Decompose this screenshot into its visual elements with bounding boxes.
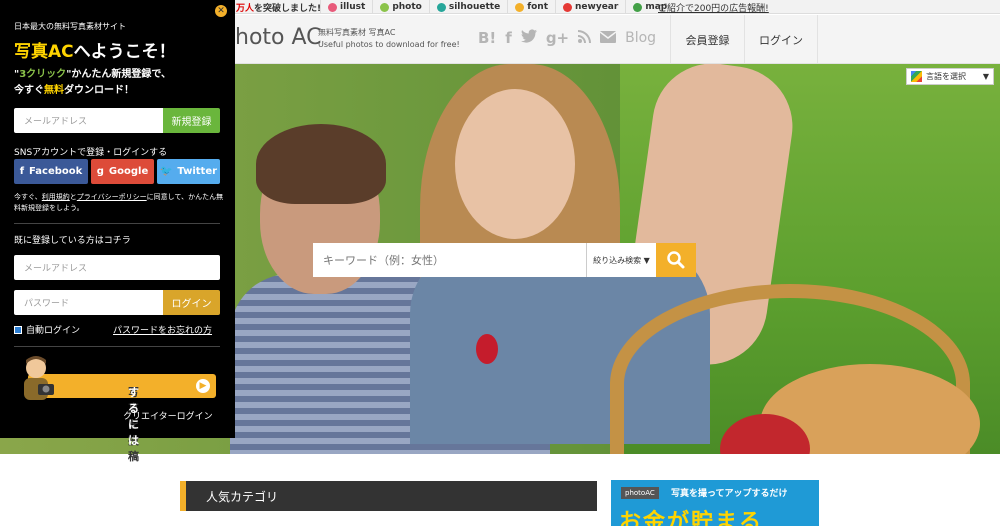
sns-buttons: f Facebook g Google 🐦 Twitter (14, 159, 220, 184)
creator-login-link[interactable]: クリエイターログイン (123, 409, 213, 422)
hatena-icon[interactable]: B! (478, 29, 496, 47)
newyear-icon (563, 2, 573, 12)
sister-sites: illust photo silhouette font newyear map (320, 0, 674, 14)
search-input[interactable] (313, 243, 586, 277)
facebook-icon[interactable]: f (505, 29, 512, 47)
google-plus-icon[interactable]: g+ (546, 29, 569, 47)
post-photo-button[interactable]: 写真を投稿 するには ▶ (18, 354, 216, 463)
earn-money-banner[interactable]: photoAC 写真を撮ってアップするだけ お金が貯まる (611, 480, 819, 526)
social-links: B! f g+ Blog (478, 29, 656, 47)
users-count-text: 万人を突破しました! (236, 4, 322, 14)
language-select[interactable]: 言語を選択 ▼ (906, 68, 994, 85)
login-nav-button[interactable]: ログイン (744, 15, 818, 64)
link-illust[interactable]: illust (320, 0, 372, 14)
search-icon (667, 251, 685, 269)
close-icon[interactable]: ✕ (215, 5, 227, 17)
checkbox-icon (14, 325, 22, 334)
link-photo[interactable]: photo (372, 0, 429, 14)
silhouette-icon (436, 2, 446, 12)
divider (14, 346, 220, 347)
search-bar: 絞り込み検索 ▼ (313, 243, 696, 277)
login-panel: ✕ 日本最大の無料写真素材サイト 写真ACへようこそ！ "3クリック"かんたん新… (0, 0, 235, 463)
twitter-icon[interactable] (520, 29, 537, 47)
logo-subtitle: 無料写真素材 写真AC Useful photos to download fo… (318, 28, 460, 49)
register-row: メールアドレス 新規登録 (14, 108, 220, 133)
welcome-heading: 写真ACへようこそ！ (14, 42, 176, 62)
twitter-login-button[interactable]: 🐦 Twitter (157, 159, 220, 184)
ad-reward-link[interactable]: ご紹介で200円の広告報酬! (658, 1, 769, 14)
link-newyear[interactable]: newyear (555, 0, 625, 14)
password-row: パスワード ログイン (14, 290, 220, 315)
promo-text: "3クリック"かんたん新規登録で、 今すぐ無料ダウンロード！ (14, 69, 171, 96)
google-login-button[interactable]: g Google (91, 159, 154, 184)
language-label: 言語を選択 (926, 72, 966, 81)
site-note: 日本最大の無料写真素材サイト (14, 22, 126, 31)
register-button[interactable]: 新規登録 (163, 108, 220, 133)
login-email-field[interactable]: メールアドレス (14, 255, 220, 280)
popular-category-heading: 人気カテゴリ (180, 481, 597, 511)
already-registered-label: 既に登録している方はコチラ (14, 236, 131, 246)
password-field[interactable]: パスワード (14, 290, 163, 315)
map-icon (633, 2, 643, 12)
illust-icon (328, 2, 337, 12)
filter-dropdown[interactable]: 絞り込み検索 ▼ (586, 243, 656, 277)
mail-icon[interactable] (599, 29, 617, 47)
register-email-field[interactable]: メールアドレス (14, 108, 163, 133)
banner-message: 写真を撮ってアップするだけ (671, 489, 788, 499)
login-button[interactable]: ログイン (163, 290, 220, 315)
google-translate-icon (911, 71, 922, 82)
photo-icon (380, 2, 390, 12)
privacy-link[interactable]: プライバシーポリシー (77, 193, 147, 201)
link-silhouette[interactable]: silhouette (428, 0, 507, 14)
facebook-login-button[interactable]: f Facebook (14, 159, 88, 184)
arrow-right-icon: ▶ (196, 379, 210, 393)
search-button[interactable] (656, 243, 696, 277)
register-nav-button[interactable]: 会員登録 (670, 15, 744, 64)
facebook-icon: f (19, 166, 25, 177)
auto-login-checkbox[interactable]: 自動ログイン (14, 323, 80, 336)
divider (14, 223, 220, 224)
terms-text: 今すぐ、利用規約とプライバシーポリシーに同意して、かんたん無料新規登録をしよう。 (14, 193, 224, 212)
login-email-row: メールアドレス (14, 255, 220, 280)
banner-tag: photoAC (621, 487, 659, 499)
font-icon (515, 2, 525, 12)
site-logo[interactable]: hoto AC (235, 25, 322, 50)
twitter-icon: 🐦 (159, 166, 173, 177)
banner-headline: お金が貯まる (619, 510, 764, 526)
rss-icon[interactable] (578, 29, 592, 47)
caret-down-icon: ▼ (982, 72, 989, 81)
forgot-password-link[interactable]: パスワードをお忘れの方 (113, 323, 212, 336)
sns-label: SNSアカウントで登録・ログインする (14, 148, 168, 158)
google-icon: g (96, 166, 104, 177)
blog-link[interactable]: Blog (625, 30, 656, 46)
strawberry (476, 334, 498, 364)
link-font[interactable]: font (507, 0, 555, 14)
terms-link[interactable]: 利用規約 (42, 193, 70, 201)
photographer-icon (24, 356, 54, 400)
